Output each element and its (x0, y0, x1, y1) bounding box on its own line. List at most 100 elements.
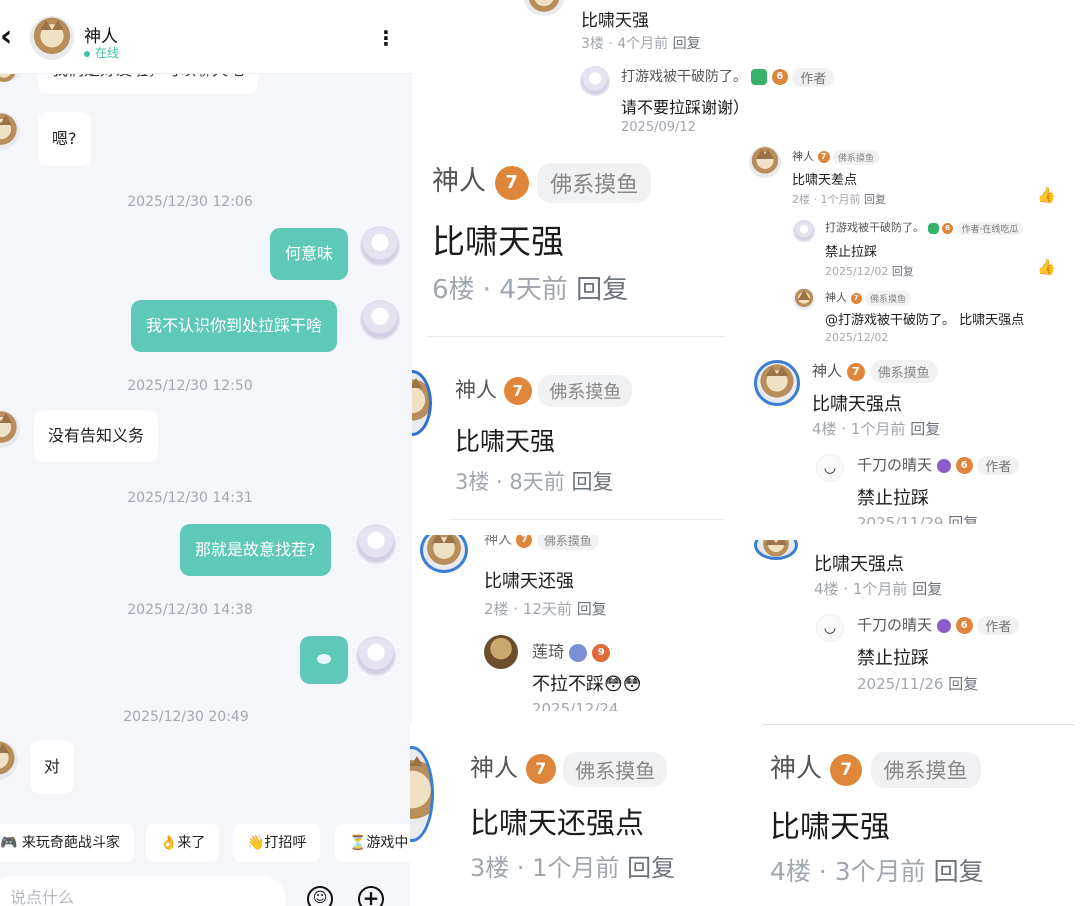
floor-time: 4楼 · 1个月前 (814, 580, 908, 598)
reply-username[interactable]: 打游戏被干破防了。 (825, 221, 924, 234)
reply-avatar (580, 66, 610, 96)
level-badge-icon: 7 (516, 535, 533, 548)
reply-date: 2025/12/02 (825, 265, 889, 278)
level-badge-icon: 7 (850, 292, 862, 304)
comment-card: 比啸天强 3楼 · 4个月前 回复 打游戏被干破防了。 6 作者 请不要拉踩谢谢… (520, 0, 850, 132)
reply-user-row: 打游戏被干破防了。 6 作者·在线吃瓜 (825, 219, 1024, 235)
peer-avatar (0, 740, 18, 780)
like-icon[interactable]: 👍 (1037, 186, 1056, 204)
comment-text: 比啸天强 (581, 11, 649, 31)
like-icon[interactable]: 👍 (1037, 258, 1056, 276)
plus-circle-icon[interactable]: + (358, 886, 384, 906)
comment-text: 比啸天强 (770, 810, 890, 845)
comment-username[interactable]: 神人 (455, 378, 497, 402)
reply-date: 2025/12/02 (825, 331, 889, 344)
user-tag: 佛系摸鱼 (870, 751, 981, 788)
divider (763, 724, 1075, 725)
message-bubble-out: 那就是故意找茬? (180, 524, 331, 576)
comment-text: 比啸天强 (455, 427, 556, 456)
quick-reply-chip[interactable]: 👋打招呼 (233, 824, 321, 862)
comment-meta: 2楼 · 12天前 回复 (484, 598, 607, 619)
author-badge: 作者 (977, 456, 1020, 475)
divider (450, 519, 724, 520)
my-avatar (360, 226, 400, 266)
reply-link[interactable]: 回复 (910, 420, 940, 438)
reply-username[interactable]: 千刀の晴天 (857, 456, 932, 474)
back-arrow-icon[interactable]: ‹ (0, 22, 12, 52)
level-badge-icon: 7 (525, 754, 556, 784)
comment-meta: 4楼 · 1个月前 回复 (812, 418, 940, 439)
quick-reply-chip[interactable]: 🎮 来玩奇葩战斗家 (0, 824, 134, 862)
more-vertical-icon[interactable]: ⋮ (376, 28, 396, 48)
level-badge-icon: 7 (494, 165, 529, 200)
level-badge-icon: 6 (955, 617, 973, 634)
user-tag: 佛系摸鱼 (563, 751, 668, 787)
floor-time: 3楼 · 8天前 (455, 470, 565, 494)
reply-link[interactable]: 回复 (577, 600, 607, 618)
comment-card: 神人 7 佛系摸鱼 比啸天强 6楼 · 4天前 回复 (427, 145, 725, 339)
quick-reply-chip[interactable]: ⏳游戏中 (335, 824, 412, 862)
peer-status: 在线 (84, 44, 119, 61)
level-badge-icon: 7 (830, 753, 863, 786)
divider (427, 336, 725, 337)
author-badge: 作者·在线吃瓜 (956, 221, 1024, 235)
reply-username[interactable]: 神人 (825, 291, 847, 304)
reply-link[interactable]: 回复 (627, 854, 675, 882)
reply-link[interactable]: 回复 (571, 470, 613, 494)
reply-link[interactable]: 回复 (912, 580, 942, 598)
my-avatar (356, 524, 396, 564)
message-bubble-in: 没有告知义务 (34, 410, 159, 462)
quick-reply-chip[interactable]: 👌来了 (146, 824, 220, 862)
user-tag: 佛系摸鱼 (869, 360, 938, 383)
user-tag: 佛系摸鱼 (537, 162, 652, 203)
reply-link[interactable]: 回复 (948, 514, 978, 524)
comment-meta: 4楼 · 3个月前 回复 (770, 852, 984, 888)
reply-link[interactable]: 回复 (673, 36, 701, 52)
floor-time: 4楼 · 3个月前 (770, 857, 926, 886)
smiley-avatar-icon: ◡ (816, 454, 844, 482)
my-avatar (360, 300, 400, 340)
comment-thread: 神人 7 佛系摸鱼 比啸天强点 4楼 · 1个月前 回复 ◡ 千刀の晴天 6 作… (752, 352, 1052, 524)
message-bubble-in: 对 (30, 740, 75, 794)
message-input[interactable]: 说点什么 (0, 876, 286, 906)
reply-meta: 2025/12/02 回复 (825, 263, 914, 279)
reply-text: 禁止拉踩 (825, 245, 878, 260)
message-timestamp: 2025/12/30 20:49 (123, 709, 249, 725)
reply-username[interactable]: 打游戏被干破防了。 (621, 69, 747, 85)
comment-username[interactable]: 神人 (484, 535, 512, 548)
reply-link[interactable]: 回复 (934, 857, 984, 886)
level-badge-icon: 9 (592, 643, 611, 662)
message-bubble-out: 何意味 (270, 228, 349, 280)
comment-thread: 神人 7 佛系摸鱼 比啸天还强 2楼 · 12天前 回复 莲琦 9 不拉不踩😳😳… (412, 535, 724, 711)
comment-username[interactable]: 神人 (812, 362, 842, 380)
comment-meta: 3楼 · 1个月前 回复 (470, 848, 675, 883)
comment-text: 比啸天强点 (812, 394, 902, 415)
reply-link[interactable]: 回复 (948, 675, 978, 693)
comment-username[interactable]: 神人 (470, 754, 518, 782)
comment-username[interactable]: 神人 (792, 150, 814, 163)
comment-username[interactable]: 神人 (770, 754, 822, 784)
commenter-avatar (420, 535, 468, 573)
reply-text: 不拉不踩😳😳 (532, 674, 642, 695)
reply-meta: 2025/11/26 回复 (857, 673, 978, 694)
reply-user-row: 打游戏被干破防了。 6 作者 (621, 66, 835, 87)
comment-thread: 神人 7 佛系摸鱼 比啸天差点 2楼 · 1个月前 回复 👍 打游戏被干破防了。… (745, 140, 1065, 344)
level-badge-icon: 7 (503, 377, 532, 405)
reply-link[interactable]: 回复 (864, 193, 886, 206)
badge-icon (927, 222, 939, 234)
peer-avatar[interactable] (30, 16, 74, 60)
emoji-icon[interactable]: ☺ (307, 886, 333, 906)
reply-link[interactable]: 回复 (576, 275, 628, 305)
reply-username[interactable]: 莲琦 (532, 642, 564, 661)
level-badge-icon: 7 (817, 151, 830, 163)
reply-username[interactable]: 千刀の晴天 (857, 616, 932, 634)
level-badge-icon: 6 (955, 457, 973, 474)
chat-header-cover: ‹ 神人 在线 ⋮ (0, 0, 412, 74)
comment-user-row: 神人 7 佛系摸鱼 (770, 748, 981, 788)
comment-meta: 2楼 · 1个月前 回复 (792, 191, 886, 207)
comment-username[interactable]: 神人 (432, 166, 486, 197)
comment-text: 比啸天强 (432, 222, 564, 261)
reply-text: 禁止拉踩 (857, 488, 929, 509)
message-timestamp: 2025/12/30 14:38 (127, 602, 253, 618)
reply-link[interactable]: 回复 (892, 265, 914, 278)
